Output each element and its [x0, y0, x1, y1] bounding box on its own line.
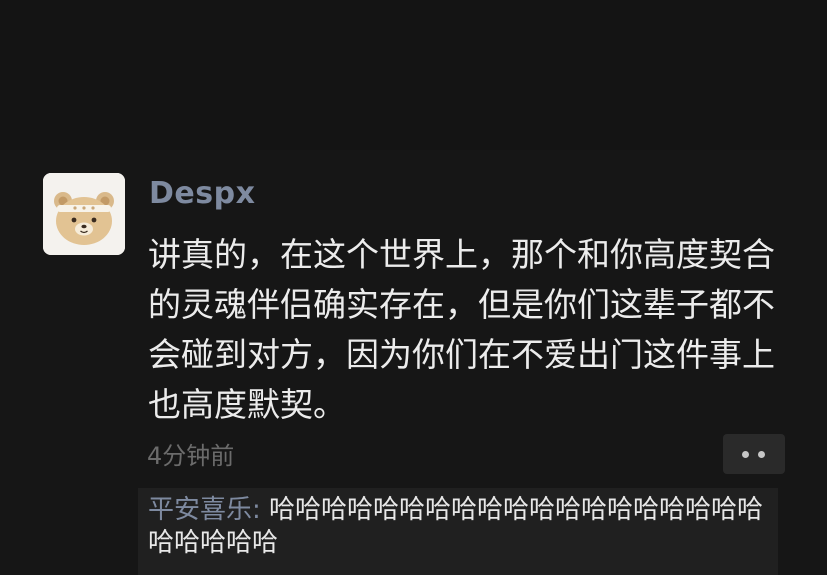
more-options-button[interactable] [723, 434, 785, 474]
comment-author[interactable]: 平安喜乐 [148, 495, 252, 525]
post-timestamp: 4分钟前 [147, 442, 235, 470]
comment-section: 平安喜乐: 哈哈哈哈哈哈哈哈哈哈哈哈哈哈哈哈哈哈哈哈哈哈哈哈 [138, 488, 778, 575]
comment-separator: : [252, 495, 270, 525]
author-name[interactable]: Despx [149, 176, 255, 211]
feed-background [0, 0, 827, 150]
comment-item[interactable]: 平安喜乐: 哈哈哈哈哈哈哈哈哈哈哈哈哈哈哈哈哈哈哈哈哈哈哈哈 [148, 494, 768, 560]
post-text: 讲真的，在这个世界上，那个和你高度契合的灵魂伴侣确实存在，但是你们这辈子都不会碰… [148, 235, 775, 424]
avatar[interactable] [43, 173, 125, 255]
bear-avatar-icon [43, 173, 125, 255]
